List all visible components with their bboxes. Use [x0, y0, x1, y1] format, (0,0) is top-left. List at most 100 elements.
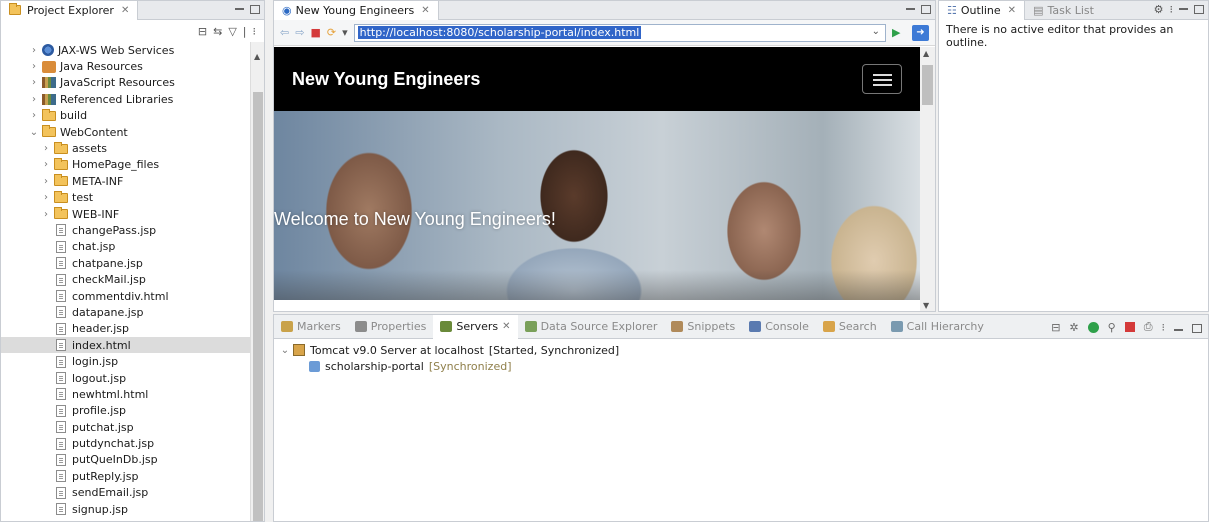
tree-node[interactable]: ⌄ WebContent [1, 124, 251, 140]
properties-icon [354, 321, 367, 332]
file-item[interactable]: index.html [1, 337, 251, 354]
file-item[interactable]: changePass.jsp [1, 222, 251, 238]
server-row[interactable]: ⌄ Tomcat v9.0 Server at localhost [Start… [280, 342, 1208, 358]
file-item[interactable]: sendEmail.jsp [1, 485, 251, 501]
tree-node[interactable]: › build [1, 108, 251, 124]
publish-icon[interactable]: ⎙ [1144, 320, 1153, 334]
tree-item-label: Referenced Libraries [60, 92, 174, 106]
file-item[interactable]: profile.jsp [1, 403, 251, 419]
tree-node[interactable]: › Java Resources [1, 58, 251, 74]
tab-data-source-explorer[interactable]: Data Source Explorer [518, 315, 665, 339]
close-icon[interactable]: ✕ [502, 321, 510, 332]
start-server-icon[interactable] [1087, 321, 1099, 333]
refresh-icon[interactable]: ⟳ [327, 26, 336, 39]
maximize-icon[interactable] [1192, 323, 1202, 333]
file-item[interactable]: datapane.jsp [1, 304, 251, 320]
file-item[interactable]: putdynchat.jsp [1, 435, 251, 451]
chevron-right-icon[interactable]: › [41, 176, 51, 187]
tab-browser[interactable]: ◉ New Young Engineers ✕ [274, 1, 439, 20]
close-icon[interactable]: ✕ [421, 5, 429, 16]
scroll-up-icon[interactable]: ▲ [254, 52, 260, 61]
file-item[interactable]: commentdiv.html [1, 288, 251, 304]
tab-task-list[interactable]: ▤ Task List [1025, 1, 1102, 20]
explorer-scrollbar[interactable]: ▲ [250, 42, 264, 521]
file-item[interactable]: putReply.jsp [1, 468, 251, 484]
url-input[interactable]: http://localhost:8080/scholarship-portal… [353, 23, 886, 42]
chevron-down-icon[interactable]: ⌄ [872, 26, 880, 37]
file-item[interactable]: chat.jsp [1, 239, 251, 255]
minimize-icon[interactable] [1174, 328, 1183, 331]
maximize-icon[interactable] [250, 5, 260, 14]
scroll-up-icon[interactable]: ▲ [923, 49, 929, 58]
file-item[interactable]: header.jsp [1, 321, 251, 337]
chevron-right-icon[interactable]: › [41, 159, 51, 170]
tab-project-explorer[interactable]: Project Explorer ✕ [1, 1, 139, 20]
maximize-icon[interactable] [1194, 5, 1204, 14]
chevron-down-icon[interactable]: ⌄ [29, 127, 39, 138]
chevron-right-icon[interactable]: › [41, 143, 51, 154]
tree-node[interactable]: › test [1, 190, 251, 206]
view-menu-icon[interactable]: ⁝ [1162, 321, 1166, 334]
view-menu-icon[interactable]: ⁝ [253, 25, 257, 38]
tree-node[interactable]: › assets [1, 140, 251, 156]
tab-markers[interactable]: Markers [274, 315, 348, 339]
filter-icon[interactable]: ▽ [228, 25, 236, 38]
scrollbar-thumb[interactable] [253, 92, 263, 521]
hamburger-menu-button[interactable] [862, 64, 902, 94]
tree-node[interactable]: › JavaScript Resources [1, 75, 251, 91]
site-brand[interactable]: New Young Engineers [292, 69, 480, 90]
close-icon[interactable]: ✕ [121, 5, 129, 16]
external-browser-icon[interactable]: ➜ [912, 24, 929, 41]
chevron-right-icon[interactable]: › [41, 209, 51, 220]
file-item[interactable]: newhtml.html [1, 386, 251, 402]
go-icon[interactable]: ▶ [892, 26, 906, 40]
tree-node[interactable]: › META-INF [1, 173, 251, 189]
chevron-right-icon[interactable]: › [29, 45, 39, 56]
tree-node[interactable]: › JAX-WS Web Services [1, 42, 251, 58]
minimize-icon[interactable] [235, 7, 244, 10]
scrollbar-thumb[interactable] [922, 65, 933, 105]
stop-icon[interactable]: ■ [310, 26, 320, 39]
chevron-right-icon[interactable]: › [41, 192, 51, 203]
file-item[interactable]: checkMail.jsp [1, 271, 251, 287]
chevron-right-icon[interactable]: › [29, 94, 39, 105]
tab-outline[interactable]: ☷ Outline ✕ [939, 1, 1026, 20]
collapse-all-icon[interactable]: ⊟ [198, 25, 207, 38]
browser-scrollbar[interactable]: ▲ ▼ [920, 47, 935, 311]
tab-console[interactable]: Console [742, 315, 816, 339]
forward-icon[interactable]: ⇨ [295, 26, 304, 39]
tab-servers[interactable]: Servers ✕ [433, 315, 518, 339]
file-item[interactable]: logout.jsp [1, 370, 251, 386]
file-item[interactable]: login.jsp [1, 353, 251, 369]
scroll-down-icon[interactable]: ▼ [923, 301, 929, 310]
chevron-right-icon[interactable]: › [29, 61, 39, 72]
view-menu-icon[interactable]: ⁝ [1170, 3, 1174, 16]
back-icon[interactable]: ⇦ [280, 26, 289, 39]
minimize-icon[interactable] [1179, 7, 1188, 10]
dropdown-icon[interactable]: ▾ [342, 26, 348, 39]
stop-server-icon[interactable] [1124, 322, 1135, 332]
chevron-right-icon[interactable]: › [29, 77, 39, 88]
link-editor-icon[interactable]: ⇆ [213, 25, 222, 38]
chevron-down-icon[interactable]: ⌄ [280, 345, 290, 356]
maximize-icon[interactable] [921, 5, 931, 14]
tree-node[interactable]: › WEB-INF [1, 206, 251, 222]
file-item[interactable]: chatpane.jsp [1, 255, 251, 271]
profile-server-icon[interactable]: ⚲ [1108, 321, 1116, 334]
tab-snippets[interactable]: Snippets [664, 315, 742, 339]
tree-node[interactable]: › HomePage_files [1, 157, 251, 173]
chevron-right-icon[interactable]: › [29, 110, 39, 121]
file-item[interactable]: signup.jsp [1, 501, 251, 517]
minimize-icon[interactable] [906, 7, 915, 10]
debug-server-icon[interactable]: ✲ [1069, 321, 1078, 334]
tab-call-hierarchy[interactable]: Call Hierarchy [884, 315, 991, 339]
file-item[interactable]: putQueInDb.jsp [1, 452, 251, 468]
module-row[interactable]: scholarship-portal [Synchronized] [280, 358, 1208, 374]
tab-properties[interactable]: Properties [348, 315, 434, 339]
tree-node[interactable]: › Referenced Libraries [1, 91, 251, 107]
tab-search[interactable]: Search [816, 315, 884, 339]
close-icon[interactable]: ✕ [1008, 5, 1016, 16]
toolbar-icon[interactable]: ⚙ [1154, 3, 1164, 16]
file-item[interactable]: putchat.jsp [1, 419, 251, 435]
collapse-icon[interactable]: ⊟ [1051, 321, 1060, 334]
